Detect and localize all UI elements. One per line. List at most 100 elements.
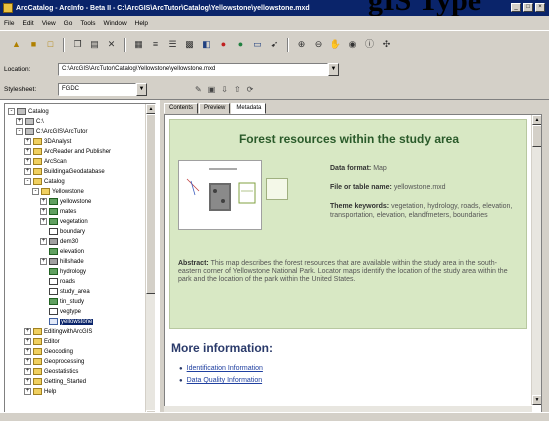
tab-contents[interactable]: Contents: [164, 103, 199, 114]
create-update-metadata-icon[interactable]: ⟳: [247, 85, 254, 94]
expand-icon[interactable]: +: [40, 258, 47, 265]
location-input[interactable]: C:\ArcGIS\ArcTutor\Catalog\Yellowstone\y…: [58, 62, 328, 76]
tree-item[interactable]: + EditingwithArcGIS: [24, 327, 92, 336]
large-icons-icon[interactable]: ▦: [132, 38, 145, 51]
scroll-up-arrow[interactable]: ▲: [146, 104, 155, 114]
metadata-properties-icon[interactable]: ▣: [208, 85, 216, 94]
expand-icon[interactable]: +: [24, 338, 31, 345]
expand-icon[interactable]: +: [40, 198, 47, 205]
tree-item[interactable]: + ArcScan: [24, 157, 67, 166]
expand-icon[interactable]: +: [24, 348, 31, 355]
tree-item[interactable]: + dem30: [40, 237, 78, 246]
tree-item[interactable]: + Geocoding: [24, 347, 73, 356]
tree-item[interactable]: - Catalog: [24, 177, 65, 186]
collapse-icon[interactable]: -: [32, 188, 39, 195]
menu-window[interactable]: Window: [104, 20, 127, 27]
import-metadata-icon[interactable]: ⇩: [221, 85, 228, 94]
zoom-in-icon[interactable]: ⊕: [295, 38, 308, 51]
identify-icon[interactable]: ⓘ: [363, 38, 376, 51]
expand-icon[interactable]: +: [24, 328, 31, 335]
tab-preview[interactable]: Preview: [199, 103, 231, 114]
tree-item[interactable]: + Help: [24, 387, 56, 396]
expand-icon[interactable]: +: [24, 368, 31, 375]
thumbnails-icon[interactable]: ▩: [183, 38, 196, 51]
expand-icon[interactable]: +: [40, 218, 47, 225]
expand-icon[interactable]: +: [24, 168, 31, 175]
expand-icon[interactable]: +: [24, 148, 31, 155]
expand-icon[interactable]: +: [16, 118, 23, 125]
export-metadata-icon[interactable]: ⇧: [234, 85, 241, 94]
search-icon[interactable]: ▭: [251, 38, 264, 51]
edit-metadata-icon[interactable]: ✎: [195, 85, 202, 94]
expand-icon[interactable]: +: [24, 138, 31, 145]
metadata-vertical-scrollbar[interactable]: ▲ ▼: [531, 115, 541, 405]
expand-icon[interactable]: +: [24, 158, 31, 165]
tree-item[interactable]: - Yellowstone: [32, 187, 84, 196]
collapse-icon[interactable]: -: [16, 128, 23, 135]
scroll-up-arrow[interactable]: ▲: [532, 115, 541, 125]
tree-item[interactable]: boundary: [40, 227, 85, 236]
tree-item[interactable]: + hillshade: [40, 257, 84, 266]
menu-edit[interactable]: Edit: [22, 20, 33, 27]
details-icon[interactable]: ☰: [166, 38, 179, 51]
minimize-button[interactable]: _: [511, 3, 521, 12]
tree-item[interactable]: study_area: [40, 287, 90, 296]
tree-item[interactable]: + yellowstone: [40, 197, 91, 206]
tree-vertical-scrollbar[interactable]: ▲ ▼: [145, 104, 155, 420]
tab-metadata[interactable]: Metadata: [231, 103, 267, 114]
stylesheet-dropdown-button[interactable]: ▼: [136, 83, 147, 96]
tree-item[interactable]: +3DAnalyst: [24, 137, 71, 146]
delete-icon[interactable]: ✕: [105, 38, 118, 51]
collapse-icon[interactable]: -: [24, 178, 31, 185]
tree-item[interactable]: + BuildingaGeodatabase: [24, 167, 105, 176]
zoom-out-icon[interactable]: ⊖: [312, 38, 325, 51]
tree-item[interactable]: + Editor: [24, 337, 60, 346]
tree-item[interactable]: + mates: [40, 207, 76, 216]
menu-file[interactable]: File: [4, 20, 14, 27]
stylesheet-select[interactable]: FGDC: [58, 83, 136, 96]
tree-item[interactable]: tin_study: [40, 297, 84, 306]
full-extent-icon[interactable]: ◉: [346, 38, 359, 51]
tree-item[interactable]: - Catalog: [8, 107, 49, 116]
tree-item[interactable]: roads: [40, 277, 75, 286]
connect-folder-icon[interactable]: ■: [27, 38, 40, 51]
link-identification-information[interactable]: Identification Information: [187, 363, 263, 375]
link-data-quality-information[interactable]: Data Quality Information: [187, 375, 262, 387]
tree-item[interactable]: hydrology: [40, 267, 86, 276]
arctoolbox-icon[interactable]: ●: [217, 38, 230, 51]
tree-item[interactable]: yellowstone: [40, 317, 94, 326]
expand-icon[interactable]: +: [40, 208, 47, 215]
help-pointer-icon[interactable]: ➹: [268, 38, 281, 51]
menu-tools[interactable]: Tools: [80, 20, 95, 27]
pan-icon[interactable]: ✋: [329, 38, 342, 51]
catalog-tree[interactable]: - Catalog + C:\ - C:\ArcGIS\ArcTutor +3DAnalys…: [4, 103, 156, 421]
maximize-button[interactable]: □: [523, 3, 533, 12]
tree-item[interactable]: vegtype: [40, 307, 81, 316]
tree-item[interactable]: - C:\ArcGIS\ArcTutor: [16, 127, 87, 136]
tree-item[interactable]: + vegetation: [40, 217, 88, 226]
scroll-thumb[interactable]: [532, 125, 541, 147]
create-thumbnail-icon[interactable]: ✣: [380, 38, 393, 51]
expand-icon[interactable]: +: [40, 238, 47, 245]
scroll-thumb[interactable]: [146, 114, 155, 294]
catalog-tree-icon[interactable]: ◧: [200, 38, 213, 51]
copy-icon[interactable]: ❐: [71, 38, 84, 51]
tree-item[interactable]: + Geostatistics: [24, 367, 78, 376]
expand-icon[interactable]: +: [24, 358, 31, 365]
paste-icon[interactable]: ▤: [88, 38, 101, 51]
expand-icon[interactable]: +: [24, 388, 31, 395]
tree-item[interactable]: elevation: [40, 247, 84, 256]
menu-view[interactable]: View: [42, 20, 56, 27]
up-folder-icon[interactable]: ▲: [10, 38, 23, 51]
tree-item[interactable]: + Getting_Started: [24, 377, 86, 386]
menu-go[interactable]: Go: [64, 20, 73, 27]
disconnect-folder-icon[interactable]: □: [44, 38, 57, 51]
expand-icon[interactable]: +: [24, 378, 31, 385]
tree-item[interactable]: + ArcReader and Publisher: [24, 147, 111, 156]
tree-item[interactable]: + C:\: [16, 117, 44, 126]
tree-item[interactable]: + Geoprocessing: [24, 357, 84, 366]
location-dropdown-button[interactable]: ▼: [328, 62, 339, 76]
metadata-icon[interactable]: ●: [234, 38, 247, 51]
collapse-icon[interactable]: -: [8, 108, 15, 115]
scroll-down-arrow[interactable]: ▼: [532, 395, 541, 405]
